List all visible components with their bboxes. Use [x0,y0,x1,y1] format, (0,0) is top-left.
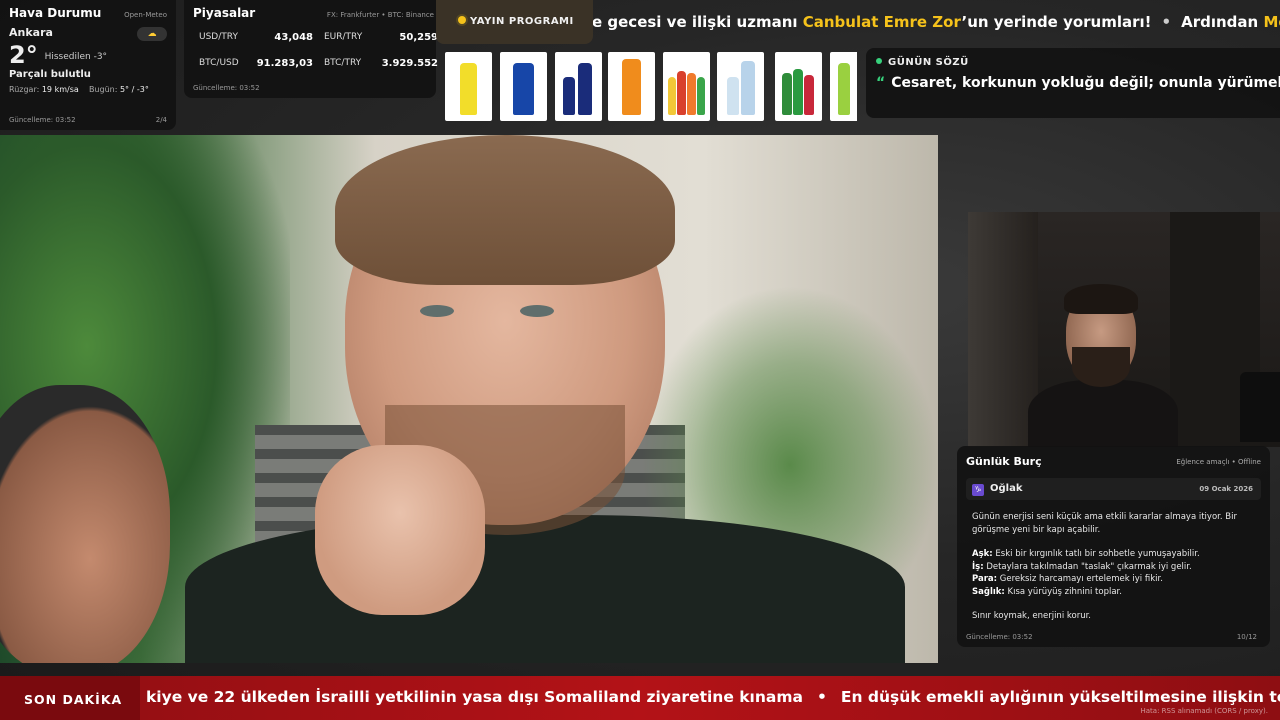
video-foreground-person [0,385,170,663]
weather-details: Rüzgar: 19 km/sa Bugün: 5° / -3° [9,85,167,94]
webcam-person-hair [1064,284,1138,314]
horoscope-line-key: İş: [972,561,984,572]
product-orange-bottle [608,52,655,121]
today-label: Bugün: [88,85,118,94]
horoscope-date: 09 Ocak 2026 [1199,485,1253,493]
schedule-button[interactable]: YAYIN PROGRAMI [436,0,593,44]
product-blue-can [500,52,547,121]
video-person [185,135,905,663]
quote-mark-icon: “ [876,75,886,91]
breaking-news-bar: kiye ve 22 ülkeden İsrailli yetkilinin y… [0,676,1280,720]
markets-widget: Piyasalar FX: Frankfurter • BTC: Binance… [184,0,438,98]
quote-text-row: “ Cesaret, korkunun yokluğu değil; onunla… [876,75,1280,91]
ticker-highlight: Canbulat Emre Zor [802,13,962,31]
horoscope-outro: Sınır koymak, enerjini korur. [972,611,1091,621]
capricorn-icon: ♑ [972,484,984,496]
schedule-label: YAYIN PROGRAMI [470,16,574,27]
market-label: EUR/TRY [324,32,363,42]
horoscope-source: Eğlence amaçlı • Offline [1176,458,1261,466]
webcam-feed [968,212,1280,447]
horoscope-line-text: Gereksiz harcamayı ertelemek iyi fikir. [997,574,1163,584]
today-value: 5° / -3° [119,85,149,94]
horoscope-sign: Oğlak [990,483,1023,494]
market-value: 91.283,03 [256,58,313,69]
horoscope-line: Aşk: Eski bir kırgınlık tatlı bir sohbet… [972,548,1257,561]
horoscope-line: Para: Gereksiz harcamayı ertelemek iyi f… [972,573,1257,586]
market-value: 50,259 [399,32,438,43]
ticker-separator: • [816,688,827,706]
product-assorted-bottles [663,52,710,121]
ticker-segment: ’un yerinde yorumları! [961,13,1152,31]
breaking-news-item: kiye ve 22 ülkeden İsrailli yetkilinin y… [146,688,803,706]
ticker-separator: • [1161,13,1172,31]
market-label: BTC/TRY [324,58,362,68]
market-value: 3.929.552 [381,58,438,69]
ticker-segment: Ardından [1181,13,1264,31]
webcam-person-body [1028,380,1178,447]
quote-of-the-day: GÜNÜN SÖZÜ “ Cesaret, korkunun yokluğu de… [866,48,1280,118]
horoscope-line-text: Eski bir kırgınlık tatlı bir sohbetle yu… [992,549,1200,559]
market-label: BTC/USD [199,58,239,68]
horoscope-page-indicator: 10/12 [1236,633,1257,641]
weather-feels-like: Hissedilen -3° [44,52,108,62]
weather-temperature: 2° [9,41,38,69]
breaking-news-label: SON DAKİKA [0,676,140,720]
markets-source: FX: Frankfurter • BTC: Binance [326,11,434,19]
top-ticker-text: e gecesi ve ilişki uzmanı Canbulat Emre … [592,13,1280,31]
horoscope-line-text: Kısa yürüyüş zihnini toplar. [1004,586,1122,597]
breaking-news-ticker: kiye ve 22 ülkeden İsrailli yetkilinin y… [146,688,1280,706]
ticker-highlight: Medce [1263,13,1280,31]
horoscope-widget: Günlük Burç Eğlence amaçlı • Offline ♑ Oğ… [957,446,1270,647]
horoscope-sign-bar: ♑ Oğlak 09 Ocak 2026 [966,478,1261,500]
webcam-person-beard [1072,347,1130,387]
breaking-news-item: En düşük emekli aylığının yükseltilmesin… [840,688,1280,706]
horoscope-intro: Günün enerjisi seni küçük ama etkili kar… [972,512,1237,535]
weather-source: Open-Meteo [124,11,167,19]
weather-widget: Hava Durumu Open-Meteo Ankara ☁ 2° Hisse… [0,0,176,130]
market-item-eur-try: EUR/TRY 50,259 [324,32,444,43]
weather-updated: Güncelleme: 03:52 [9,116,76,124]
ticker-segment: e gecesi ve ilişki uzmanı [592,13,803,31]
horoscope-line-text: Detaylara takılmadan "taslak" çıkarmak i… [983,561,1192,572]
product-partial [830,52,857,121]
quote-text: Cesaret, korkunun yokluğu değil; onunla … [891,75,1280,91]
live-dot-icon [458,16,466,24]
market-item-btc-usd: BTC/USD 91.283,03 [199,58,319,69]
video-person-hair [335,135,675,285]
horoscope-line-key: Sağlık: [972,586,1005,597]
wind-value: 19 km/sa [41,85,79,94]
horoscope-updated: Güncelleme: 03:52 [966,633,1033,641]
horoscope-line: Sağlık: Kısa yürüyüş zihnini toplar. [972,586,1257,599]
quote-label: GÜNÜN SÖZÜ [876,57,1270,68]
horoscope-line-key: Aşk: [972,549,993,559]
video-person-torso [185,515,905,663]
product-lemon-bottle [445,52,492,121]
video-person-hand [315,445,485,615]
product-blue-bottles [555,52,602,121]
market-item-btc-try: BTC/TRY 3.929.552 [324,58,444,69]
main-video-feed [0,135,938,663]
wind-label: Rüzgar: [9,85,40,94]
product-water-bottles [717,52,764,121]
weather-page-indicator: 2/4 [155,116,167,124]
video-person-eye [420,305,454,317]
horoscope-line: İş: Detaylara takılmadan "taslak" çıkarm… [972,561,1257,574]
partly-cloudy-icon: ☁ [137,27,167,41]
market-label: USD/TRY [199,32,238,42]
sponsor-products-strip [445,52,857,122]
horoscope-body: Günün enerjisi seni küçük ama etkili kar… [972,511,1257,623]
market-item-usd-try: USD/TRY 43,048 [199,32,319,43]
microphone-icon [1240,372,1280,442]
weather-condition: Parçalı bulutlu [9,69,91,80]
horoscope-line-key: Para: [972,574,998,584]
product-green-bottles [775,52,822,121]
markets-updated: Güncelleme: 03:52 [193,84,260,92]
market-value: 43,048 [274,32,313,43]
rss-error-text: Hata: RSS alınamadı (CORS / proxy). [1140,707,1269,715]
video-person-eye [520,305,554,317]
